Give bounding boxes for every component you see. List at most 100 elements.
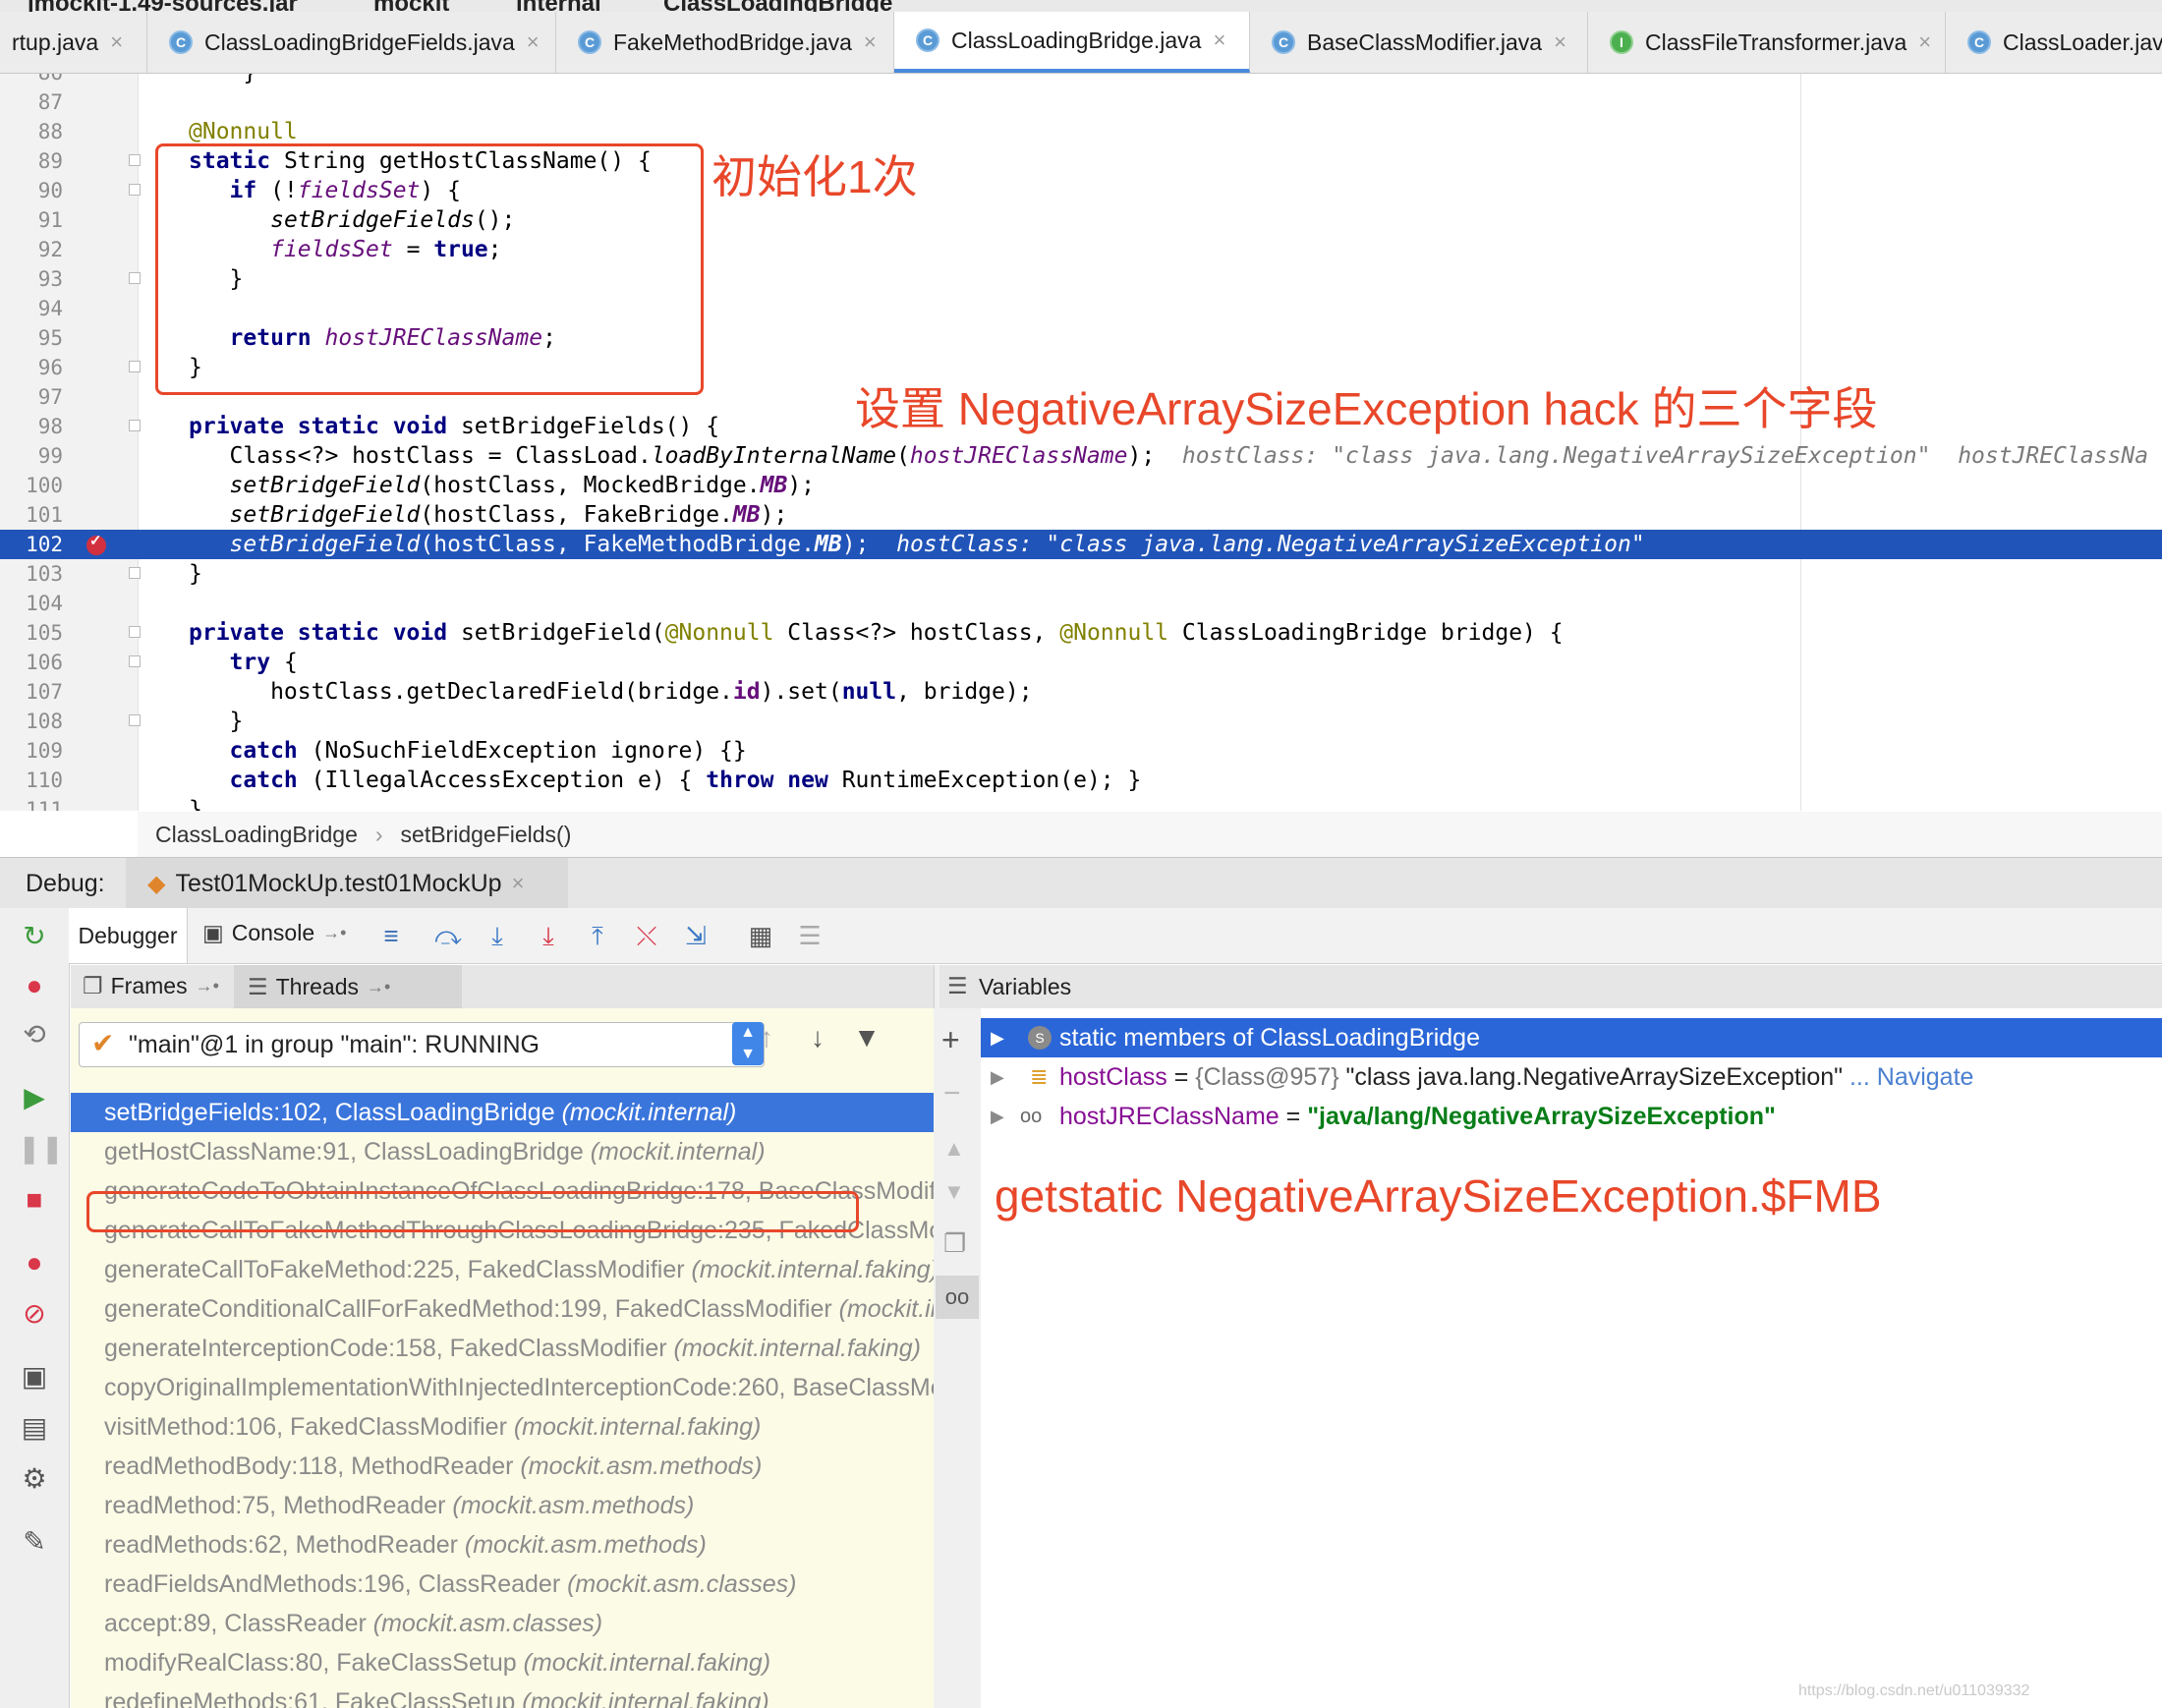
debug-session-tab[interactable]: ◆ Test01MockUp.test01MockUp × — [126, 858, 568, 909]
tab-console[interactable]: ▣ Console →• — [202, 920, 346, 946]
variable-hostJREClassName[interactable]: ▶ oo hostJREClassName = "java/lang/Negat… — [981, 1097, 2162, 1136]
stack-frame[interactable]: redefineMethods:61, FakeClassSetup (mock… — [71, 1682, 934, 1708]
stack-frame[interactable]: readMethods:62, MethodReader (mockit.asm… — [71, 1525, 934, 1565]
view-breakpoints-icon[interactable]: ● — [18, 1246, 51, 1280]
variables-icon: ☰ — [947, 973, 968, 998]
step-into-icon[interactable]: ⤓ — [480, 918, 515, 953]
stack-frame[interactable]: modifyRealClass:80, FakeClassSetup (mock… — [71, 1643, 934, 1682]
nav-item-package-mockit[interactable]: mockit — [373, 0, 449, 12]
trace-icon[interactable]: ☰ — [792, 918, 827, 953]
move-up-icon[interactable]: ▲ — [943, 1136, 965, 1162]
close-icon[interactable]: × — [864, 29, 877, 55]
expand-triangle-icon[interactable]: ▶ — [991, 1057, 1004, 1097]
debugger-toolbar: Debugger ▣ Console →• ≡ ⤼ ⤓ ⤓ ⤒ ⤬ ⇲ ▦ ☰ — [69, 908, 2162, 964]
breadcrumb-method[interactable]: setBridgeFields() — [401, 822, 572, 848]
tab-debugger[interactable]: Debugger — [69, 908, 188, 963]
tab-classloadingbridgefields[interactable]: C ClassLoadingBridgeFields.java × — [147, 12, 556, 73]
run-to-cursor-icon[interactable]: ⇲ — [678, 918, 713, 953]
filter-icon[interactable]: ▼ — [847, 1022, 886, 1065]
camera-icon[interactable]: ▣ — [18, 1360, 51, 1394]
stack-frame-selected[interactable]: setBridgeFields:102, ClassLoadingBridge … — [71, 1093, 934, 1132]
annotation-getstatic: getstatic NegativeArraySizeException.$FM… — [995, 1170, 1882, 1222]
restore-layout-icon[interactable]: ⟲ — [18, 1018, 51, 1052]
watermark: https://blog.csdn.net/u011039332 — [1798, 1682, 2030, 1699]
tab-fakemethodbridge[interactable]: C FakeMethodBridge.java × — [556, 12, 894, 73]
tab-classloader[interactable]: C ClassLoader.java — [1946, 12, 2162, 73]
close-icon[interactable]: × — [110, 29, 123, 55]
expand-triangle-icon[interactable]: ▶ — [991, 1018, 1004, 1057]
static-members-node[interactable]: ▶ S static members of ClassLoadingBridge — [981, 1018, 2162, 1057]
navigation-bar: jmockit-1.49-sources.jar mockit internal… — [0, 0, 2162, 12]
stop-icon[interactable]: ■ — [18, 1183, 51, 1217]
fold-marker[interactable] — [129, 626, 141, 638]
stack-frame[interactable]: generateInterceptionCode:158, FakedClass… — [71, 1329, 934, 1368]
code-line: 86 } — [0, 74, 2162, 87]
expand-triangle-icon[interactable]: ▶ — [991, 1097, 1004, 1136]
stack-frame[interactable]: generateConditionalCallForFakedMethod:19… — [71, 1289, 934, 1329]
remove-watch-icon[interactable]: − — [943, 1077, 961, 1110]
stack-frame[interactable]: generateCallToFakeMethod:225, FakedClass… — [71, 1250, 934, 1289]
tab-classloadingbridge[interactable]: C ClassLoadingBridge.java × — [894, 12, 1250, 73]
rerun-failed-icon[interactable]: ● — [18, 969, 51, 1002]
drop-frame-icon[interactable]: ⤬ — [629, 918, 664, 953]
force-step-into-icon[interactable]: ⤓ — [531, 918, 566, 953]
close-icon[interactable]: × — [1213, 28, 1225, 53]
resume-icon[interactable]: ▶ — [18, 1081, 51, 1114]
pin-icon[interactable]: ✎ — [18, 1525, 51, 1559]
menu-lines-icon[interactable]: ≡ — [373, 918, 409, 953]
tab-label: BaseClassModifier.java — [1307, 28, 1543, 55]
fold-marker[interactable] — [129, 184, 141, 196]
close-icon[interactable]: × — [527, 29, 540, 55]
thread-selector[interactable]: ✔ "main"@1 in group "main": RUNNING ▲ ▼ — [79, 1022, 765, 1067]
settings-icon[interactable]: ⚙ — [18, 1462, 51, 1496]
step-out-icon[interactable]: ⤒ — [580, 918, 615, 953]
threads-tab[interactable]: ☰ Threads →• — [234, 965, 462, 1008]
step-over-icon[interactable]: ⤼ — [430, 918, 466, 953]
navigate-link[interactable]: ... Navigate — [1849, 1063, 1973, 1091]
stack-frame[interactable]: copyOriginalImplementationWithInjectedIn… — [71, 1368, 934, 1407]
nav-item-class[interactable]: ClassLoadingBridge — [663, 0, 892, 12]
code-line: 106 try { — [26, 650, 298, 675]
fold-marker[interactable] — [129, 567, 141, 579]
code-line: 104 — [26, 592, 63, 615]
breakpoint-icon[interactable] — [86, 532, 106, 555]
nav-item-jar[interactable]: jmockit-1.49-sources.jar — [28, 0, 298, 12]
fold-marker[interactable] — [129, 272, 141, 284]
stack-frame[interactable]: getHostClassName:91, ClassLoadingBridge … — [71, 1132, 934, 1171]
move-down-icon[interactable]: ▼ — [943, 1179, 965, 1205]
fold-marker[interactable] — [129, 154, 141, 166]
close-icon[interactable]: × — [1554, 29, 1566, 55]
stack-frame[interactable]: readFieldsAndMethods:196, ClassReader (m… — [71, 1565, 934, 1604]
add-watch-icon[interactable]: + — [941, 1022, 960, 1058]
stack-frame[interactable]: readMethod:75, MethodReader (mockit.asm.… — [71, 1486, 934, 1525]
tab-startup[interactable]: rtup.java × — [0, 12, 147, 73]
layout-icon[interactable]: ▤ — [18, 1411, 51, 1445]
close-icon[interactable]: × — [512, 871, 525, 896]
stack-frame[interactable]: visitMethod:106, FakedClassModifier (moc… — [71, 1407, 934, 1447]
console-icon: ▣ — [202, 920, 224, 945]
close-icon[interactable]: × — [1918, 29, 1931, 55]
field-icon: ≣ — [1030, 1064, 1049, 1089]
tab-classfiletransformer[interactable]: I ClassFileTransformer.java × — [1588, 12, 1946, 73]
breadcrumb-class[interactable]: ClassLoadingBridge — [155, 822, 358, 848]
fold-marker[interactable] — [129, 361, 141, 372]
variable-hostClass[interactable]: ▶ ≣ hostClass = {Class@957} "class java.… — [981, 1057, 2162, 1097]
fold-marker[interactable] — [129, 655, 141, 667]
tab-baseclassmodifier[interactable]: C BaseClassModifier.java × — [1250, 12, 1588, 73]
fold-marker[interactable] — [129, 420, 141, 431]
code-line: 111} — [26, 797, 202, 811]
rerun-icon[interactable]: ↻ — [18, 920, 51, 953]
stack-frame[interactable]: accept:89, ClassReader (mockit.asm.class… — [71, 1604, 934, 1643]
glasses-icon[interactable]: oo — [936, 1276, 979, 1319]
chevron-updown-icon[interactable]: ▲ ▼ — [732, 1022, 764, 1065]
arrow-down-icon[interactable]: ↓ — [798, 1022, 837, 1065]
nav-item-package-internal[interactable]: internal — [516, 0, 601, 12]
fold-marker[interactable] — [129, 714, 141, 726]
evaluate-expression-icon[interactable]: ▦ — [743, 918, 778, 953]
class-icon: C — [1967, 30, 1991, 54]
frames-tab[interactable]: ❐ Frames →• — [83, 973, 219, 999]
pause-icon[interactable]: ❚❚ — [18, 1132, 64, 1166]
copy-icon[interactable]: ❐ — [943, 1228, 966, 1259]
stack-frame[interactable]: readMethodBody:118, MethodReader (mockit… — [71, 1447, 934, 1486]
mute-breakpoints-icon[interactable]: ⊘ — [18, 1297, 51, 1331]
